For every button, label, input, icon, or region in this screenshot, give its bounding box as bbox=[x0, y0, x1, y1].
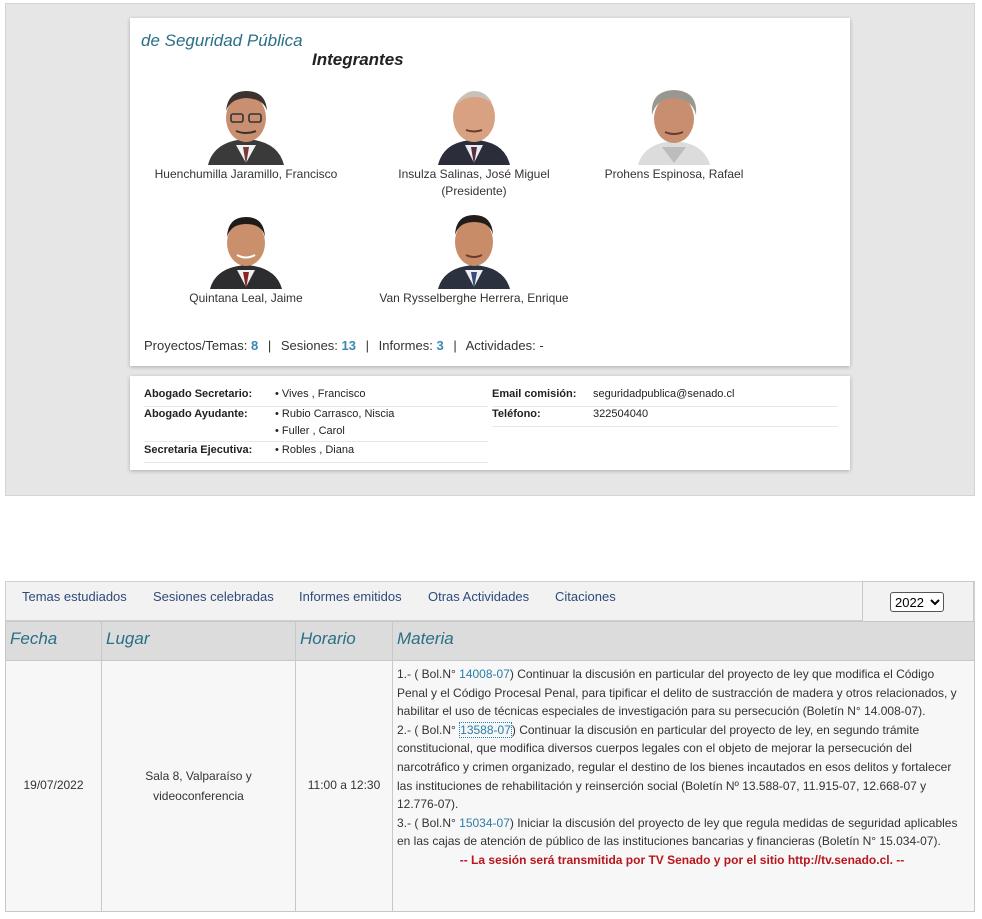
committee-panel: de Seguridad Pública Integrantes Huenchu… bbox=[5, 3, 975, 496]
column-header-horario: Horario bbox=[300, 629, 356, 648]
contact-phone: 322504040 bbox=[593, 408, 649, 420]
stat-proyectos-link[interactable]: 8 bbox=[251, 338, 258, 353]
column-header-lugar: Lugar bbox=[106, 629, 150, 648]
committee-stats: Proyectos/Temas: 8 | Sesiones: 13 | Info… bbox=[144, 338, 544, 353]
stat-label-proyectos: Proyectos/Temas: bbox=[144, 338, 248, 353]
column-header-fecha: Fecha bbox=[10, 629, 58, 648]
item-prefix: 1.- ( Bol.N° bbox=[397, 667, 460, 681]
table-row: 19/07/2022 Sala 8, Valparaíso y videocon… bbox=[5, 661, 975, 912]
session-date: 19/07/2022 bbox=[23, 778, 84, 792]
year-select[interactable]: 2022 bbox=[890, 592, 944, 612]
staff-value: • Vives , Francisco bbox=[275, 388, 366, 400]
sessions-table-header: Fecha Lugar Horario Materia bbox=[5, 621, 975, 661]
staff-value: • Fuller , Carol bbox=[275, 425, 345, 437]
broadcast-notice: -- La sesión será transmitida por TV Sen… bbox=[459, 852, 905, 867]
tab-bar: Temas estudiados Sesiones celebradas Inf… bbox=[5, 581, 975, 622]
separator: | bbox=[453, 338, 457, 353]
session-place: Sala 8, Valparaíso y videoconferencia bbox=[102, 766, 295, 806]
member-card[interactable]: Van Rysselberghe Herrera, Enrique bbox=[354, 209, 594, 307]
member-photo[interactable] bbox=[434, 209, 514, 289]
staff-label: Secretaria Ejecutiva: bbox=[144, 444, 253, 456]
staff-label: Abogado Secretario: bbox=[144, 388, 253, 400]
contact-email[interactable]: seguridadpublica@senado.cl bbox=[593, 388, 734, 400]
member-role: (Presidente) bbox=[441, 184, 507, 198]
member-name[interactable]: Huenchumilla Jaramillo, Francisco bbox=[126, 166, 366, 183]
item-prefix: 3.- ( Bol.N° bbox=[397, 815, 460, 830]
column-header-materia: Materia bbox=[397, 629, 454, 648]
column-divider bbox=[101, 622, 102, 660]
column-divider bbox=[392, 622, 393, 660]
tab-otras-actividades[interactable]: Otras Actividades bbox=[428, 589, 529, 604]
member-name[interactable]: Quintana Leal, Jaime bbox=[126, 290, 366, 307]
contact-row-telefono: Teléfono: 322504040 bbox=[492, 408, 838, 427]
item-prefix: 2.- ( Bol.N° bbox=[397, 722, 460, 737]
stat-sesiones-link[interactable]: 13 bbox=[342, 338, 356, 353]
staff-value: • Robles , Diana bbox=[275, 444, 355, 456]
session-place-line: Sala 8, Valparaíso y bbox=[145, 769, 252, 783]
column-divider bbox=[392, 661, 393, 911]
separator: | bbox=[267, 338, 272, 353]
contact-row-email: Email comisión: seguridadpublica@senado.… bbox=[492, 388, 838, 407]
column-divider bbox=[295, 622, 296, 660]
staff-value: • Rubio Carrasco, Niscia bbox=[275, 408, 395, 420]
session-place-line: videoconferencia bbox=[153, 789, 244, 803]
stat-label-informes: Informes: bbox=[378, 338, 433, 353]
staff-row-ayudante: Abogado Ayudante: • Rubio Carrasco, Nisc… bbox=[144, 408, 488, 442]
member-name[interactable]: Van Rysselberghe Herrera, Enrique bbox=[354, 290, 594, 307]
bulletin-link[interactable]: 15034-07 bbox=[459, 816, 510, 830]
tab-informes-emitidos[interactable]: Informes emitidos bbox=[299, 589, 402, 604]
member-photo[interactable] bbox=[434, 85, 514, 165]
member-photo[interactable] bbox=[206, 209, 286, 289]
session-subject: 1.- ( Bol.N° 14008-07) Continuar la disc… bbox=[397, 665, 967, 870]
member-name[interactable]: Prohens Espinosa, Rafael bbox=[554, 166, 794, 183]
year-filter: 2022 bbox=[862, 581, 974, 622]
stat-informes-link[interactable]: 3 bbox=[436, 338, 443, 353]
stat-actividades-value: - bbox=[539, 338, 544, 353]
stat-label-sesiones: Sesiones: bbox=[280, 338, 338, 353]
stat-label-actividades: Actividades: bbox=[465, 338, 536, 353]
member-photo[interactable] bbox=[206, 85, 286, 165]
contact-label: Teléfono: bbox=[492, 408, 541, 420]
bulletin-link[interactable]: 13588-07 bbox=[459, 721, 512, 738]
member-card[interactable]: Huenchumilla Jaramillo, Francisco bbox=[126, 85, 366, 183]
member-card[interactable]: Quintana Leal, Jaime bbox=[126, 209, 366, 307]
staff-label: Abogado Ayudante: bbox=[144, 408, 248, 420]
staff-row-ejecutiva: Secretaria Ejecutiva: • Robles , Diana bbox=[144, 444, 488, 463]
tab-temas-estudiados[interactable]: Temas estudiados bbox=[22, 589, 127, 604]
separator: | bbox=[365, 338, 370, 353]
tab-citaciones[interactable]: Citaciones bbox=[555, 589, 616, 604]
contact-label: Email comisión: bbox=[492, 388, 577, 400]
members-heading: Integrantes bbox=[312, 50, 404, 69]
committee-title: de Seguridad Pública bbox=[141, 31, 303, 50]
member-photo[interactable] bbox=[634, 85, 714, 165]
tab-sesiones-celebradas[interactable]: Sesiones celebradas bbox=[153, 589, 274, 604]
staff-card: Abogado Secretario: • Vives , Francisco … bbox=[130, 376, 850, 470]
staff-row-secretario: Abogado Secretario: • Vives , Francisco bbox=[144, 388, 488, 407]
member-card[interactable]: Prohens Espinosa, Rafael bbox=[554, 85, 794, 183]
session-time: 11:00 a 12:30 bbox=[307, 778, 381, 792]
members-card: de Seguridad Pública Integrantes Huenchu… bbox=[130, 18, 850, 366]
bulletin-link[interactable]: 14008-07 bbox=[459, 667, 510, 681]
